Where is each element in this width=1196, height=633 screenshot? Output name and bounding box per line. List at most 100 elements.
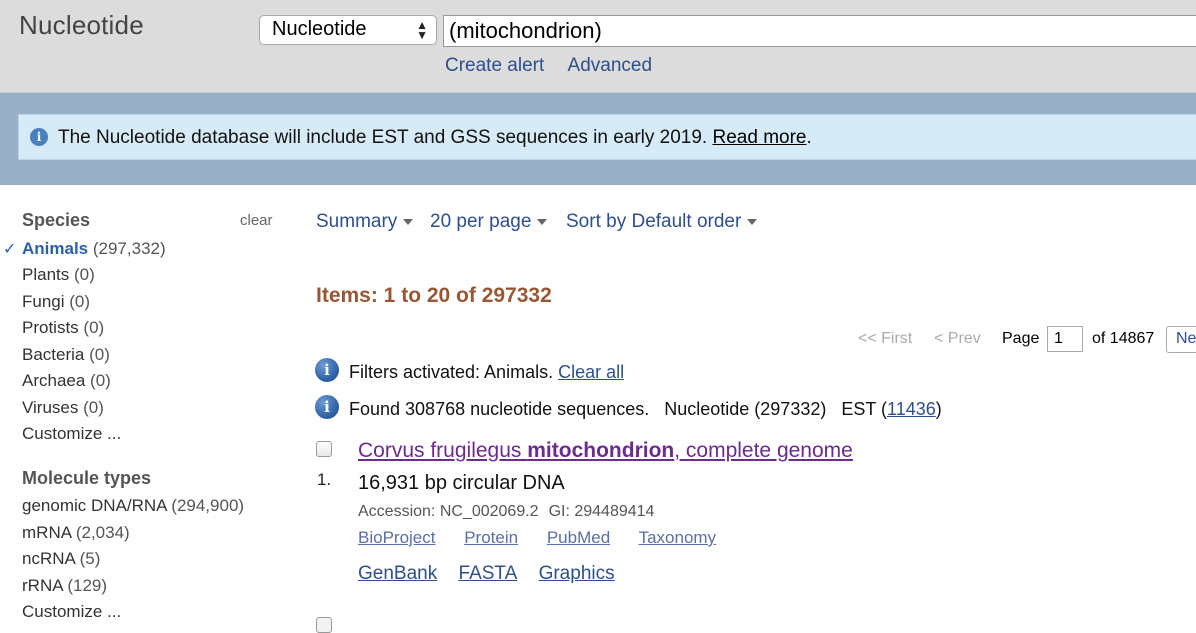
taxonomy-link[interactable]: Taxonomy <box>639 528 716 547</box>
filter-label: genomic DNA/RNA <box>22 496 167 515</box>
summary-label: Summary <box>316 211 398 232</box>
read-more-link[interactable]: Read more <box>713 127 807 148</box>
prev-label: < Prev <box>934 330 981 347</box>
filter-count: (129) <box>62 576 108 595</box>
protein-link[interactable]: Protein <box>464 528 518 547</box>
format-links: GenBank FASTA Graphics <box>358 563 631 585</box>
species-heading: Species <box>22 210 91 230</box>
announcement-banner: i The Nucleotide database will include E… <box>18 114 1196 160</box>
accession: Accession: NC_002069.2 <box>358 503 539 520</box>
found-text: Found 308768 nucleotide sequences. Nucle… <box>349 399 888 419</box>
species-customize-link[interactable]: Customize ... <box>22 424 121 444</box>
found-close-paren: ) <box>935 399 942 419</box>
result-checkbox[interactable] <box>316 617 332 633</box>
info-icon: i <box>30 128 48 146</box>
fasta-link[interactable]: FASTA <box>459 563 518 584</box>
species-clear-link[interactable]: clear <box>240 212 273 229</box>
filter-count: (5) <box>74 549 101 568</box>
sort-menu[interactable]: Sort by Default order <box>566 211 758 233</box>
result-description: 16,931 bp circular DNA <box>358 472 565 494</box>
filter-count: (294,900) <box>166 496 245 515</box>
next-page-button[interactable]: Ne <box>1166 326 1196 353</box>
filter-count: (0) <box>64 292 91 311</box>
filter-label: Viruses <box>22 398 79 417</box>
info-icon: i <box>315 395 339 419</box>
header-links: Create alert Advanced <box>445 55 671 77</box>
species-filter-fungi[interactable]: Fungi (0) <box>22 292 90 312</box>
species-filter-viruses[interactable]: Viruses (0) <box>22 398 104 418</box>
header-bar: Nucleotide Nucleotide ▲ ▼ (mitochondrion)… <box>0 0 1196 92</box>
page-number-value: 1 <box>1054 330 1063 347</box>
pubmed-link[interactable]: PubMed <box>547 528 610 547</box>
clear-all-link[interactable]: Clear all <box>558 362 624 382</box>
molecule-filter-ncrna[interactable]: ncRNA (5) <box>22 549 100 569</box>
title-suffix: , complete genome <box>674 439 853 462</box>
bioproject-link[interactable]: BioProject <box>358 528 435 547</box>
filter-label: Fungi <box>22 292 65 311</box>
title-highlight: mitochondrion <box>527 439 675 462</box>
search-input[interactable]: (mitochondrion) <box>443 15 1196 47</box>
filter-label: Animals <box>22 239 89 258</box>
filter-count: (0) <box>78 318 105 337</box>
banner-text: The Nucleotide database will include EST… <box>58 127 713 148</box>
create-alert-link[interactable]: Create alert <box>445 55 544 76</box>
info-icon: i <box>315 358 339 382</box>
banner-period: . <box>806 127 812 148</box>
checkmark-icon: ✓ <box>3 241 17 258</box>
filter-label: Bacteria <box>22 345 85 364</box>
filter-label: ncRNA <box>22 549 75 568</box>
species-filter-animals[interactable]: Animals (297,332) <box>22 239 166 259</box>
filter-label: rRNA <box>22 576 63 595</box>
database-select-value: Nucleotide <box>272 18 367 40</box>
species-filter-bacteria[interactable]: Bacteria (0) <box>22 345 110 365</box>
molecule-filter-rrna[interactable]: rRNA (129) <box>22 576 107 596</box>
prev-page-link: < Prev <box>934 330 981 348</box>
molecule-filter-genomic[interactable]: genomic DNA/RNA (294,900) <box>22 496 244 516</box>
filters-text: Filters activated: Animals. <box>349 362 559 382</box>
filter-count: (0) <box>85 371 111 390</box>
related-links: BioProject Protein PubMed Taxonomy <box>358 528 740 548</box>
filter-label: Archaea <box>22 371 86 390</box>
caret-down-icon <box>537 218 548 225</box>
filter-count: (0) <box>69 265 95 284</box>
filter-label: mRNA <box>22 523 72 542</box>
graphics-link[interactable]: Graphics <box>539 563 615 584</box>
molecule-filter-mrna[interactable]: mRNA (2,034) <box>22 523 130 543</box>
est-count-link[interactable]: 11436 <box>887 399 936 419</box>
filters-activated-message: Filters activated: Animals. Clear all <box>349 362 624 383</box>
items-count: Items: 1 to 20 of 297332 <box>316 284 552 307</box>
species-filter-plants[interactable]: Plants (0) <box>22 265 95 285</box>
caret-down-icon <box>747 218 758 225</box>
filter-count: (0) <box>78 398 104 417</box>
filter-count: (297,332) <box>88 239 166 258</box>
page-total: of 14867 <box>1092 330 1155 347</box>
summary-format-menu[interactable]: Summary <box>316 211 414 233</box>
sort-label: Sort by Default order <box>566 211 742 232</box>
database-title[interactable]: Nucleotide <box>19 10 144 41</box>
per-page-menu[interactable]: 20 per page <box>430 211 548 233</box>
next-label: Ne <box>1176 330 1196 347</box>
database-select[interactable]: Nucleotide ▲ ▼ <box>259 15 437 45</box>
title-prefix: Corvus frugilegus <box>358 439 528 462</box>
filter-count: (2,034) <box>71 523 130 542</box>
result-accession-line: Accession: NC_002069.2 GI: 294489414 <box>358 503 654 521</box>
filter-label: Plants <box>22 265 70 284</box>
species-filter-archaea[interactable]: Archaea (0) <box>22 371 111 391</box>
announcement-band: i The Nucleotide database will include E… <box>0 92 1196 185</box>
search-input-value: (mitochondrion) <box>449 18 602 43</box>
molecule-types-heading: Molecule types <box>22 468 152 488</box>
page-label: Page <box>1002 330 1040 347</box>
first-page-link: << First <box>858 330 912 348</box>
result-checkbox[interactable] <box>316 441 332 457</box>
filter-label: Protists <box>22 318 79 337</box>
result-title-link[interactable]: Corvus frugilegus mitochondrion, complet… <box>358 439 853 463</box>
caret-down-icon <box>403 218 414 225</box>
molecule-customize-link[interactable]: Customize ... <box>22 602 121 622</box>
up-down-arrows-icon: ▲ ▼ <box>416 18 428 42</box>
per-page-label: 20 per page <box>430 211 532 232</box>
page-number-input[interactable]: 1 <box>1047 326 1083 352</box>
species-filter-protists[interactable]: Protists (0) <box>22 318 104 338</box>
first-label: << First <box>858 330 913 347</box>
advanced-search-link[interactable]: Advanced <box>568 55 653 76</box>
genbank-link[interactable]: GenBank <box>358 563 437 584</box>
